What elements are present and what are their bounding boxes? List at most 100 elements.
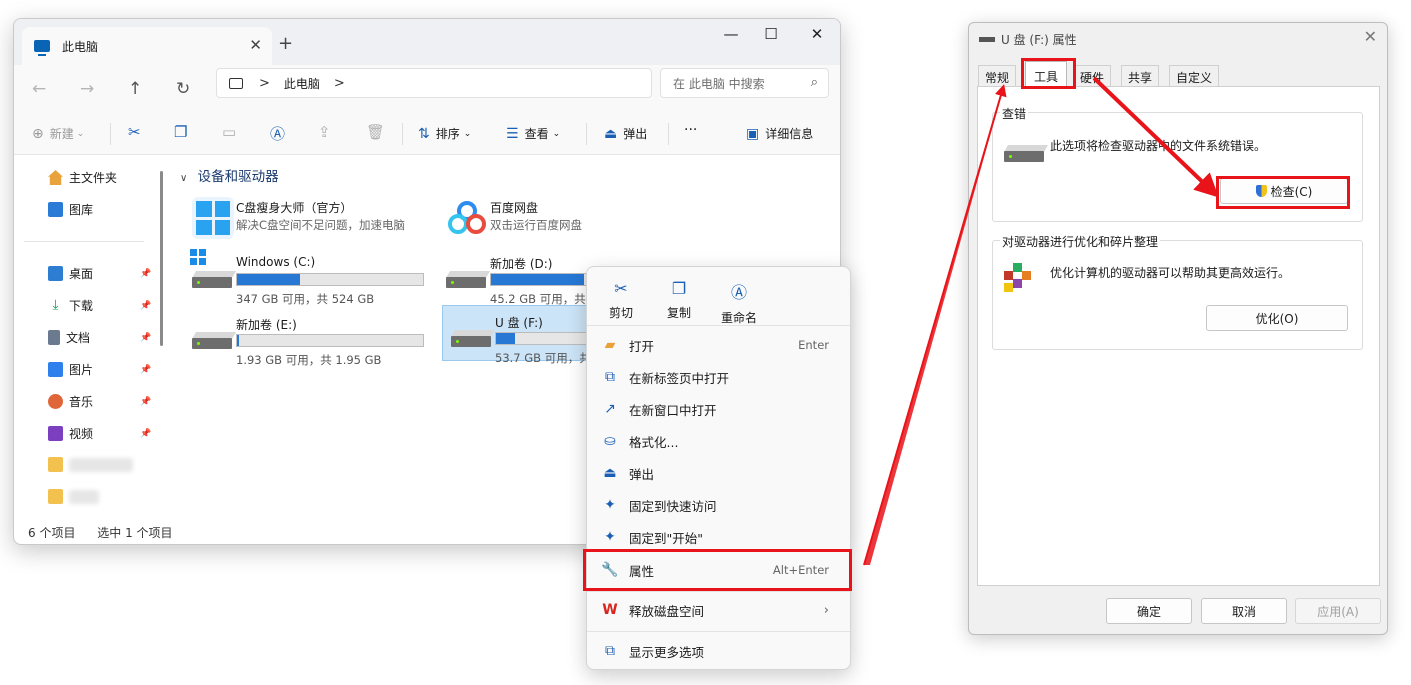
- sidebar-item-gallery[interactable]: 图库: [48, 201, 93, 218]
- toolbar-divider: [402, 123, 403, 145]
- sidebar-item-music[interactable]: 音乐 📌: [48, 393, 151, 410]
- menu-item-pin-start[interactable]: ✦ 固定到"开始": [601, 526, 841, 548]
- optimize-group: [992, 240, 1363, 350]
- rename-icon[interactable]: Ⓐ: [270, 123, 285, 144]
- menu-item-label: 打开: [629, 338, 655, 354]
- drive-f-selected[interactable]: U 盘 (F:) 53.7 GB 可用，共: [442, 305, 683, 365]
- chevron-down-icon: ⌄: [76, 128, 85, 139]
- search-placeholder: 在 此电脑 中搜索: [673, 76, 765, 91]
- tab-general[interactable]: 常规: [978, 65, 1017, 87]
- section-title: 设备和驱动器: [197, 169, 279, 185]
- sort-button[interactable]: ⇅ 排序 ⌄: [418, 125, 471, 142]
- details-button[interactable]: ▣ 详细信息: [746, 125, 813, 142]
- menu-item-free-space[interactable]: W 释放磁盘空间 ›: [601, 599, 841, 621]
- group-label: 查错: [1000, 105, 1029, 122]
- breadcrumb-this-pc[interactable]: 此电脑: [284, 75, 320, 92]
- section-header[interactable]: ∨ 设备和驱动器: [180, 165, 279, 185]
- desktop-icon: [48, 266, 63, 281]
- copy-action[interactable]: ❐ 复制: [649, 279, 709, 321]
- address-bar[interactable]: > 此电脑 >: [216, 68, 652, 98]
- app-baidu-netdisk[interactable]: 百度网盘 双击运行百度网盘: [438, 191, 683, 243]
- monitor-icon: [229, 77, 243, 89]
- menu-item-open-new-window[interactable]: ↗ 在新窗口中打开: [601, 398, 841, 420]
- rename-action[interactable]: Ⓐ 重命名: [709, 279, 769, 326]
- more-options-button[interactable]: ···: [684, 122, 697, 138]
- menu-divider: [587, 591, 850, 592]
- sidebar-item-documents[interactable]: 文档 📌: [48, 329, 151, 346]
- menu-item-open-new-tab[interactable]: ⧉ 在新标签页中打开: [601, 366, 841, 388]
- apply-button[interactable]: 应用(A): [1295, 598, 1381, 624]
- paste-icon[interactable]: ▭: [222, 123, 236, 141]
- document-icon: [48, 330, 60, 345]
- tools-panel: 查错 此选项将检查驱动器中的文件系统错误。 检查(C) 对驱动器进行优化和碎片整…: [977, 86, 1380, 586]
- new-window-icon: ↗: [604, 401, 616, 417]
- app-c-cleaner[interactable]: C盘瘦身大师（官方） 解决C盘空间不足问题，加速电脑: [184, 191, 429, 243]
- tab-hardware[interactable]: 硬件: [1073, 65, 1112, 87]
- menu-item-pin-quick-access[interactable]: ✦ 固定到快速访问: [601, 494, 841, 516]
- group-label: 对驱动器进行优化和碎片整理: [1000, 233, 1161, 250]
- menu-item-format[interactable]: ⛀ 格式化...: [601, 430, 841, 452]
- sidebar-item-folder[interactable]: [48, 489, 99, 504]
- eject-button[interactable]: ⏏ 弹出: [604, 125, 647, 142]
- format-icon: ⛀: [604, 433, 616, 449]
- pin-icon: 📌: [140, 268, 152, 279]
- cut-action[interactable]: ✂ 剪切: [591, 279, 651, 321]
- up-arrow-icon[interactable]: ↑: [128, 79, 142, 99]
- copy-icon[interactable]: ❐: [174, 123, 187, 141]
- tab-close-icon[interactable]: ✕: [249, 36, 262, 54]
- menu-divider: [587, 325, 850, 326]
- close-button[interactable]: ✕: [794, 25, 840, 43]
- menu-item-more-options[interactable]: ⧉ 显示更多选项: [601, 640, 841, 662]
- new-button[interactable]: ⊕ 新建 ⌄: [32, 125, 84, 142]
- sidebar-item-label: 音乐: [69, 395, 94, 409]
- drive-e[interactable]: 新加卷 (E:) 1.93 GB 可用，共 1.95 GB: [184, 308, 429, 367]
- sidebar-item-downloads[interactable]: ⤓ 下载 📌: [48, 297, 151, 314]
- menu-item-open[interactable]: ▰ 打开 Enter: [601, 334, 841, 356]
- sidebar-item-desktop[interactable]: 桌面 📌: [48, 265, 151, 282]
- folder-icon: [48, 457, 63, 472]
- tab-sharing[interactable]: 共享: [1121, 65, 1160, 87]
- sidebar-item-pictures[interactable]: 图片 📌: [48, 361, 151, 378]
- cancel-button[interactable]: 取消: [1201, 598, 1287, 624]
- menu-item-label: 格式化...: [629, 434, 679, 450]
- back-arrow-icon[interactable]: ←: [32, 79, 46, 99]
- app-name: C盘瘦身大师（官方）: [236, 201, 353, 215]
- pin-icon: 📌: [140, 364, 152, 375]
- view-button[interactable]: ☰ 查看 ⌄: [506, 125, 560, 142]
- tab-custom[interactable]: 自定义: [1169, 65, 1220, 87]
- refresh-icon[interactable]: ↻: [176, 79, 190, 99]
- new-tab-button[interactable]: +: [278, 33, 293, 54]
- folder-icon: [48, 489, 63, 504]
- sidebar-item-home[interactable]: 主文件夹: [48, 169, 117, 186]
- sidebar-scrollbar[interactable]: [160, 171, 163, 346]
- search-input[interactable]: 在 此电脑 中搜索 ⌕: [660, 68, 829, 98]
- button-label: 应用(A): [1317, 604, 1359, 619]
- chevron-right-icon: ›: [823, 602, 829, 618]
- menu-item-label: 释放磁盘空间: [629, 603, 705, 619]
- drive-usage-fill: [237, 274, 301, 285]
- baidu-netdisk-icon: [448, 201, 486, 234]
- drive-free-space: 1.93 GB 可用，共 1.95 GB: [236, 353, 382, 367]
- optimize-button[interactable]: 优化(O): [1206, 305, 1348, 331]
- highlight-box-properties: [583, 549, 852, 591]
- forward-arrow-icon[interactable]: →: [80, 79, 94, 99]
- pin-icon: ✦: [604, 529, 616, 545]
- delete-icon[interactable]: 🗑: [366, 123, 385, 141]
- ok-button[interactable]: 确定: [1106, 598, 1192, 624]
- breadcrumb-chevron[interactable]: >: [334, 76, 345, 91]
- maximize-button[interactable]: ☐: [748, 25, 794, 43]
- music-icon: [48, 394, 63, 409]
- drive-usage-fill: [496, 333, 515, 344]
- sidebar-item-videos[interactable]: 视频 📌: [48, 425, 151, 442]
- button-label: 优化(O): [1255, 311, 1299, 326]
- sidebar-item-folder[interactable]: [48, 457, 133, 472]
- copy-icon: ❐: [671, 279, 687, 298]
- dialog-close-button[interactable]: ✕: [1364, 27, 1377, 46]
- menu-item-eject[interactable]: ⏏ 弹出: [601, 462, 841, 484]
- share-icon[interactable]: ⇪: [318, 123, 331, 141]
- drive-c[interactable]: Windows (C:) 347 GB 可用，共 524 GB: [184, 247, 429, 306]
- tab-this-pc[interactable]: 此电脑 ✕: [22, 27, 272, 65]
- sidebar-item-label: 文档: [66, 331, 91, 345]
- command-bar: ⊕ 新建 ⌄ ✂ ❐ ▭ Ⓐ ⇪ 🗑 ⇅ 排序 ⌄ ☰ 查看 ⌄ ⏏ 弹出 ··…: [14, 113, 840, 155]
- cut-icon[interactable]: ✂: [128, 123, 141, 141]
